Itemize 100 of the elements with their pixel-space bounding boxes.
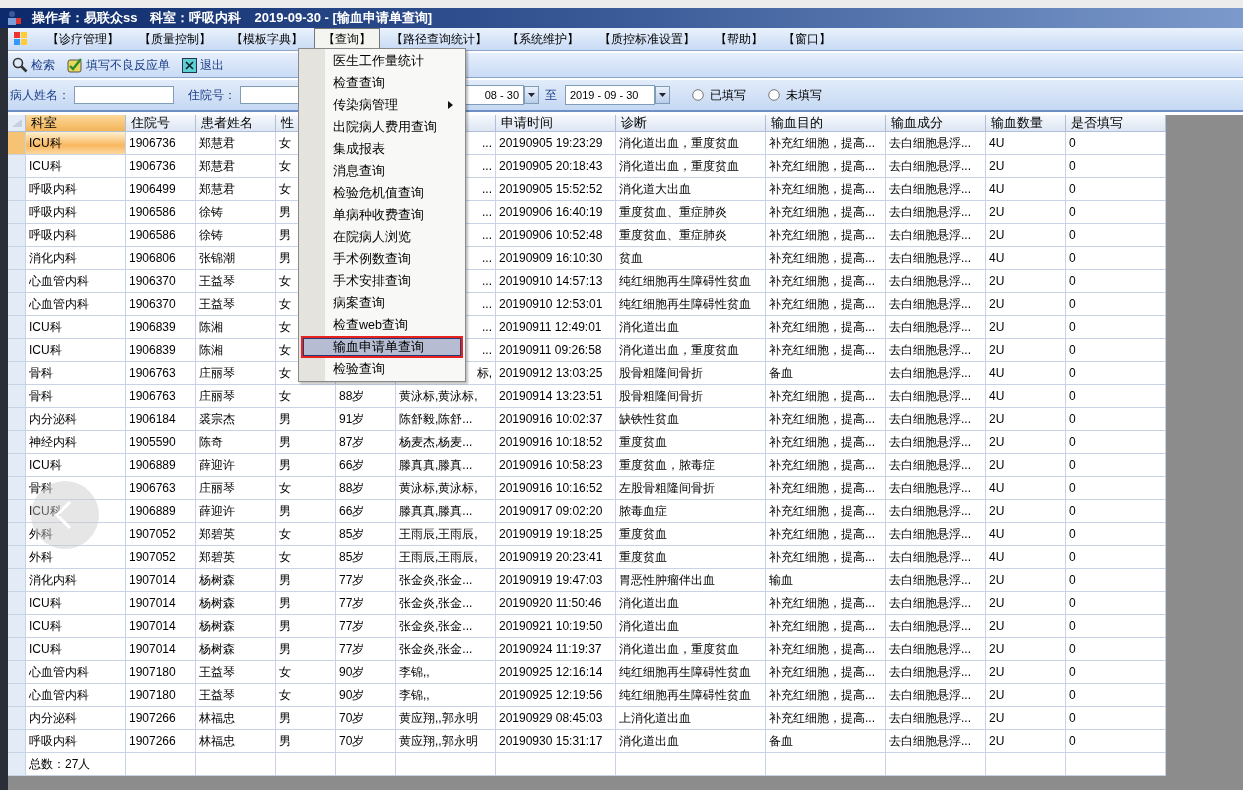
menu-grid-icon[interactable]	[14, 32, 28, 46]
menu-item[interactable]: 输血申请单查询	[301, 336, 463, 358]
row-header[interactable]	[8, 523, 26, 546]
toolbar-button[interactable]: 退出	[200, 56, 224, 74]
table-cell: 呼吸内科	[26, 224, 126, 247]
table-cell: 陈湘	[196, 316, 276, 339]
row-header[interactable]	[8, 592, 26, 615]
row-header[interactable]	[8, 753, 26, 776]
table-cell: 去白细胞悬浮...	[886, 523, 986, 546]
row-header[interactable]	[8, 385, 26, 408]
row-header[interactable]	[8, 569, 26, 592]
table-cell: ICU科	[26, 132, 126, 155]
radio-button[interactable]	[692, 89, 704, 101]
column-header[interactable]: 住院号	[126, 115, 196, 132]
table-cell: 2U	[986, 638, 1066, 661]
table-cell: 黄应翔,,郭永明	[396, 730, 496, 753]
column-header[interactable]: 输血成分	[886, 115, 986, 132]
table-cell: 去白细胞悬浮...	[886, 247, 986, 270]
row-header[interactable]	[8, 477, 26, 500]
row-header[interactable]	[8, 201, 26, 224]
table-cell: 陈舒毅,陈舒...	[396, 408, 496, 431]
column-header[interactable]: 输血数量	[986, 115, 1066, 132]
row-header[interactable]	[8, 247, 26, 270]
row-header[interactable]	[8, 638, 26, 661]
row-header[interactable]	[8, 615, 26, 638]
table-cell: 20190905 19:23:29	[496, 132, 616, 155]
row-header[interactable]	[8, 178, 26, 201]
checkbox-icon	[67, 57, 83, 73]
row-header[interactable]	[8, 155, 26, 178]
table-cell: 0	[1066, 224, 1166, 247]
table-cell: 去白细胞悬浮...	[886, 362, 986, 385]
menu-item[interactable]: 【帮助】	[706, 27, 772, 51]
table-cell: 2U	[986, 293, 1066, 316]
radio-button[interactable]	[768, 89, 780, 101]
table-cell: 消化道出血	[616, 730, 766, 753]
row-header[interactable]	[8, 293, 26, 316]
corner-header[interactable]	[8, 115, 26, 132]
menu-item[interactable]: 【查询】	[314, 28, 380, 50]
table-cell: 去白细胞悬浮...	[886, 730, 986, 753]
input-field[interactable]	[74, 86, 174, 104]
table-cell: 消化道出血，重度贫血	[616, 638, 766, 661]
row-header[interactable]	[8, 730, 26, 753]
table-cell: 20190912 13:03:25	[496, 362, 616, 385]
table-cell: 补充红细胞，提高...	[766, 270, 886, 293]
table-cell: 输血	[766, 569, 886, 592]
table-cell: 郑碧英	[196, 523, 276, 546]
table-cell: 徐铸	[196, 201, 276, 224]
row-header[interactable]	[8, 362, 26, 385]
select-all-icon[interactable]	[10, 118, 23, 128]
row-header[interactable]	[8, 270, 26, 293]
row-header[interactable]	[8, 500, 26, 523]
row-header[interactable]	[8, 707, 26, 730]
table-cell: 20190919 20:23:41	[496, 546, 616, 569]
dropdown-button[interactable]	[524, 86, 539, 104]
menu-item[interactable]: 医生工作量统计	[301, 50, 463, 72]
menu-item[interactable]: 【模板字典】	[222, 27, 312, 51]
table-cell: 黄泳标,黄泳标,	[396, 385, 496, 408]
menu-item[interactable]: 【窗口】	[774, 27, 840, 51]
menu-item[interactable]: 【质量控制】	[130, 27, 220, 51]
table-cell: ICU科	[26, 316, 126, 339]
row-header[interactable]	[8, 224, 26, 247]
table-cell: 77岁	[336, 592, 396, 615]
row-header[interactable]	[8, 339, 26, 362]
table-cell: 补充红细胞，提高...	[766, 178, 886, 201]
menu-item[interactable]: 【路径查询统计】	[382, 27, 496, 51]
column-header[interactable]: 输血目的	[766, 115, 886, 132]
table-cell: 缺铁性贫血	[616, 408, 766, 431]
table-cell: 77岁	[336, 638, 396, 661]
back-button[interactable]	[30, 480, 100, 550]
dropdown-button[interactable]	[655, 86, 670, 104]
toolbar-button[interactable]: 填写不良反应单	[86, 56, 170, 74]
table-cell: 2U	[986, 615, 1066, 638]
column-header[interactable]: 诊断	[616, 115, 766, 132]
row-header[interactable]	[8, 408, 26, 431]
row-header[interactable]	[8, 661, 26, 684]
date-field[interactable]: 2019 - 09 - 30	[565, 85, 655, 105]
menu-item[interactable]: 【系统维护】	[498, 27, 588, 51]
table-cell: 去白细胞悬浮...	[886, 684, 986, 707]
table-cell	[276, 753, 336, 776]
menu-item[interactable]: 传染病管理	[301, 94, 463, 116]
menu-item[interactable]: 【诊疗管理】	[38, 27, 128, 51]
table-cell: 20190906 16:40:19	[496, 201, 616, 224]
column-header[interactable]: 患者姓名	[196, 115, 276, 132]
table-cell: 消化道出血	[616, 615, 766, 638]
column-header[interactable]: 科室	[26, 115, 126, 132]
row-header[interactable]	[8, 431, 26, 454]
menu-item[interactable]: 【质控标准设置】	[590, 27, 704, 51]
menu-item[interactable]: 检查查询	[301, 72, 463, 94]
table-cell: 张金炎,张金...	[396, 592, 496, 615]
column-header[interactable]: 申请时间	[496, 115, 616, 132]
toolbar-button[interactable]: 检索	[31, 56, 55, 74]
row-header[interactable]	[8, 454, 26, 477]
table-cell: 去白细胞悬浮...	[886, 431, 986, 454]
column-header[interactable]: 是否填写	[1066, 115, 1166, 132]
row-header[interactable]	[8, 316, 26, 339]
table-cell: 20190916 10:58:23	[496, 454, 616, 477]
row-header[interactable]	[8, 546, 26, 569]
table-cell: 1906763	[126, 477, 196, 500]
row-header[interactable]	[8, 684, 26, 707]
row-header[interactable]	[8, 132, 26, 155]
